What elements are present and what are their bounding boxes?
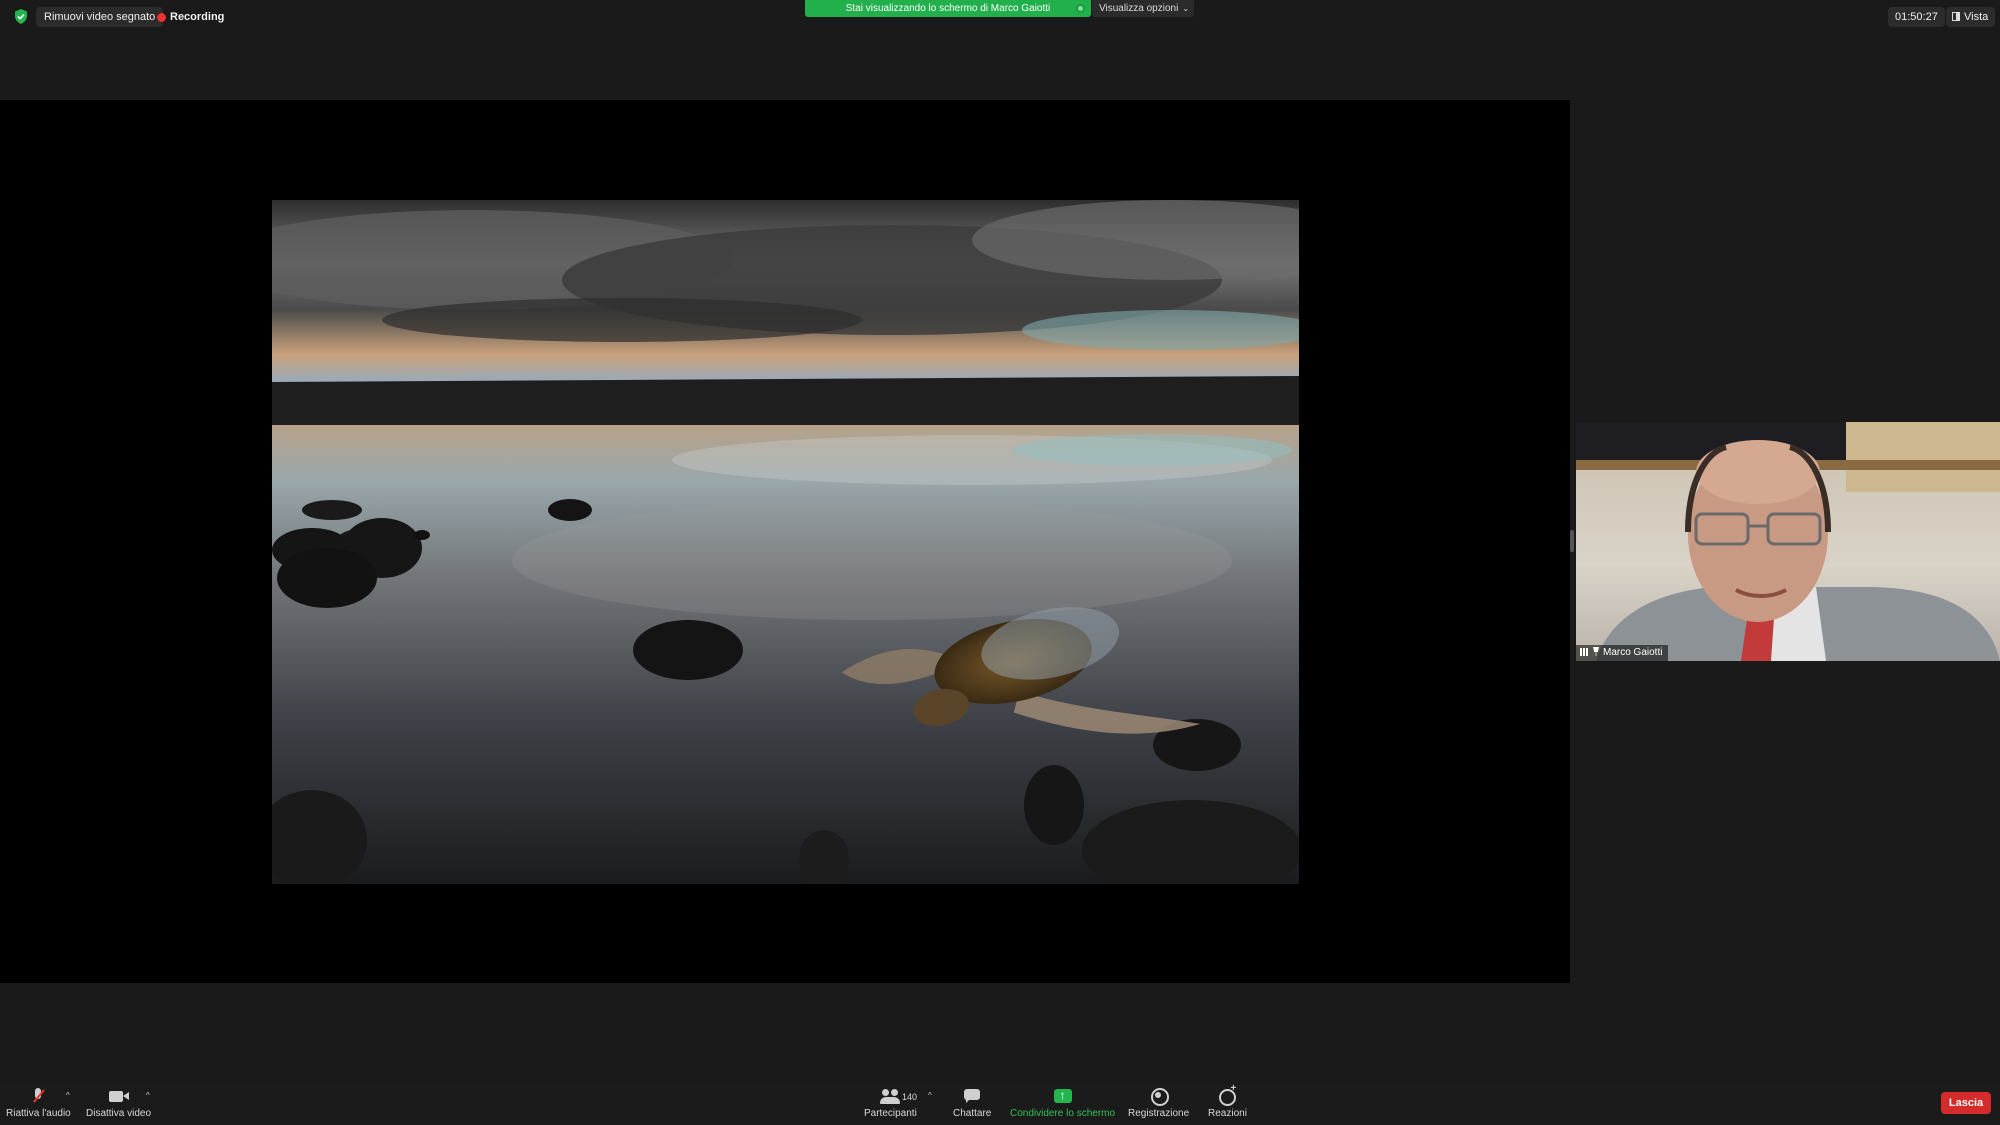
shared-photo <box>272 200 1299 884</box>
layout-icon <box>1952 12 1960 21</box>
view-button[interactable]: Vista <box>1946 7 1996 27</box>
remove-pinned-video-button[interactable]: Rimuovi video segnato <box>36 7 164 27</box>
share-screen-button[interactable]: Condividere lo schermo <box>1010 1087 1115 1119</box>
participant-video-tile[interactable]: Marco Gaiotti <box>1576 422 2000 661</box>
reactions-label: Reazioni <box>1208 1108 1247 1119</box>
meeting-toolbar: Riattiva l'audio ^ Disattiva video ^ Par… <box>0 1083 2000 1125</box>
signal-icon <box>1580 648 1590 656</box>
stop-video-button[interactable]: Disattiva video <box>86 1087 151 1119</box>
recording-indicator[interactable]: Recording <box>150 7 232 27</box>
record-button[interactable]: Registrazione <box>1128 1087 1189 1119</box>
participant-name-label: Marco Gaiotti <box>1576 645 1669 661</box>
record-dot-icon <box>157 13 166 22</box>
view-label: Vista <box>1964 11 1989 23</box>
unmute-label: Riattiva l'audio <box>6 1108 71 1119</box>
participants-label: Partecipanti <box>864 1108 917 1119</box>
shield-icon[interactable] <box>14 9 28 24</box>
share-screen-label: Condividere lo schermo <box>1010 1108 1116 1119</box>
chat-label: Chattare <box>953 1108 992 1119</box>
microphone-muted-icon <box>31 1087 45 1105</box>
share-screen-icon <box>1053 1087 1073 1105</box>
turtle-photo-image <box>272 200 1299 884</box>
recording-label: Recording <box>170 11 225 23</box>
reactions-button[interactable]: Reazioni <box>1208 1083 1247 1119</box>
people-icon <box>879 1087 901 1105</box>
share-status-icon[interactable] <box>1076 4 1085 13</box>
meeting-timer: 01:50:27 <box>1888 7 1945 27</box>
audio-options-caret[interactable]: ^ <box>66 1091 70 1100</box>
participants-options-caret[interactable]: ^ <box>928 1091 932 1100</box>
stop-video-label: Disattiva video <box>86 1108 152 1119</box>
unmute-button[interactable]: Riattiva l'audio <box>6 1087 71 1119</box>
participant-name: Marco Gaiotti <box>1603 647 1663 658</box>
shared-screen[interactable] <box>0 100 1570 983</box>
reaction-icon <box>1218 1083 1237 1106</box>
video-options-caret[interactable]: ^ <box>146 1091 150 1100</box>
record-label: Registrazione <box>1128 1108 1190 1119</box>
view-options-button[interactable]: Visualizza opzioni ⌄ <box>1092 0 1194 17</box>
screen-share-banner: Stai visualizzando lo schermo di Marco G… <box>805 0 1091 17</box>
camera-icon <box>108 1087 130 1105</box>
chat-icon <box>963 1087 981 1105</box>
record-icon <box>1150 1087 1169 1106</box>
panel-resize-handle[interactable] <box>1570 530 1574 552</box>
pin-icon <box>1593 647 1599 656</box>
participant-video-image <box>1576 422 2000 661</box>
share-banner-text: Stai visualizzando lo schermo di Marco G… <box>845 3 1051 14</box>
participants-count: 140 <box>902 1092 918 1102</box>
chevron-down-icon: ⌄ <box>1182 4 1190 13</box>
leave-meeting-button[interactable]: Lascia <box>1941 1092 1991 1114</box>
chat-button[interactable]: Chattare <box>953 1087 991 1119</box>
view-options-label: Visualizza opzioni <box>1099 3 1179 14</box>
top-bar: Rimuovi video segnato Recording Stai vis… <box>0 0 2000 34</box>
